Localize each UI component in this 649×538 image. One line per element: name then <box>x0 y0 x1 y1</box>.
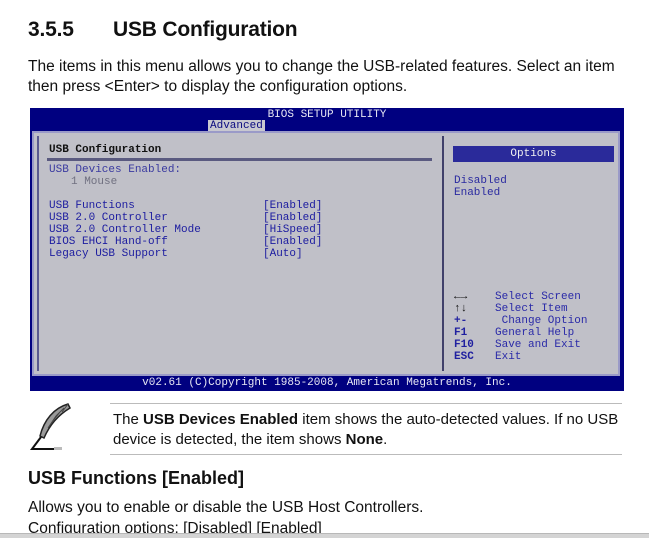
plus-minus-icon: +- <box>454 315 468 327</box>
setting-label: USB Functions <box>49 200 135 212</box>
option-disabled[interactable]: Disabled <box>454 175 507 187</box>
setting-value[interactable]: [Enabled] <box>263 236 322 248</box>
note-bold-term: USB Devices Enabled <box>143 411 299 428</box>
note-bold-none: None <box>345 431 384 448</box>
subsection-description: Allows you to enable or disable the USB … <box>28 499 424 516</box>
key-desc: Exit <box>495 351 522 363</box>
key-desc: General Help <box>495 327 575 339</box>
option-enabled[interactable]: Enabled <box>454 187 507 199</box>
setting-value[interactable]: [HiSpeed] <box>263 224 322 236</box>
section-number: 3.5.5 <box>28 18 74 41</box>
setting-label: Legacy USB Support <box>49 248 168 260</box>
section-title: 3.5.5 USB Configuration <box>28 18 298 42</box>
help-pane: Options Disabled Enabled ←→ Select Screen… <box>442 136 617 371</box>
page-edge <box>0 533 649 538</box>
setting-value[interactable]: [Auto] <box>263 248 303 260</box>
bios-screenshot: BIOS SETUP UTILITY Advanced USB Configur… <box>30 108 624 391</box>
setting-label: USB 2.0 Controller Mode <box>49 224 201 236</box>
devices-heading: USB Devices Enabled: <box>49 164 182 176</box>
setting-value[interactable]: [Enabled] <box>263 212 322 224</box>
left-right-arrows-icon: ←→ <box>454 291 468 303</box>
setting-label: USB 2.0 Controller <box>49 212 168 224</box>
options-header: Options <box>453 146 614 162</box>
key-f10: F10 <box>454 339 474 351</box>
note-pre: The <box>113 411 144 428</box>
note-divider-bottom <box>110 454 622 455</box>
key-f1: F1 <box>454 327 468 339</box>
up-down-arrows-icon: ↑↓ <box>454 303 468 315</box>
note-divider-top <box>110 403 622 404</box>
key-desc: Select Item <box>495 303 568 315</box>
key-esc: ESC <box>454 351 474 363</box>
settings-pane: USB Configuration USB Devices Enabled: 1… <box>37 136 438 371</box>
key-desc: Select Screen <box>495 291 581 303</box>
section-heading: USB Configuration <box>113 18 298 41</box>
panel-title: USB Configuration <box>49 144 162 156</box>
bios-footer: v02.61 (C)Copyright 1985-2008, American … <box>142 377 512 389</box>
subsection-title: USB Functions [Enabled] <box>28 468 244 488</box>
key-desc: Save and Exit <box>495 339 581 351</box>
divider <box>47 158 432 161</box>
options-list: Disabled Enabled <box>454 175 507 199</box>
note-post: . <box>383 431 388 448</box>
key-desc: Change Option <box>495 315 588 327</box>
setting-value[interactable]: [Enabled] <box>263 200 322 212</box>
bios-frame: USB Configuration USB Devices Enabled: 1… <box>32 131 620 376</box>
section-intro: The items in this menu allows you to cha… <box>28 58 615 95</box>
subsection-config-options: Configuration options: [Disabled] [Enabl… <box>28 520 322 533</box>
devices-value: 1 Mouse <box>71 176 118 188</box>
bios-title: BIOS SETUP UTILITY <box>267 109 387 121</box>
note-text: The USB Devices Enabled item shows the a… <box>113 410 623 450</box>
quill-pen-icon <box>24 402 80 452</box>
setting-label: BIOS EHCI Hand-off <box>49 236 168 248</box>
